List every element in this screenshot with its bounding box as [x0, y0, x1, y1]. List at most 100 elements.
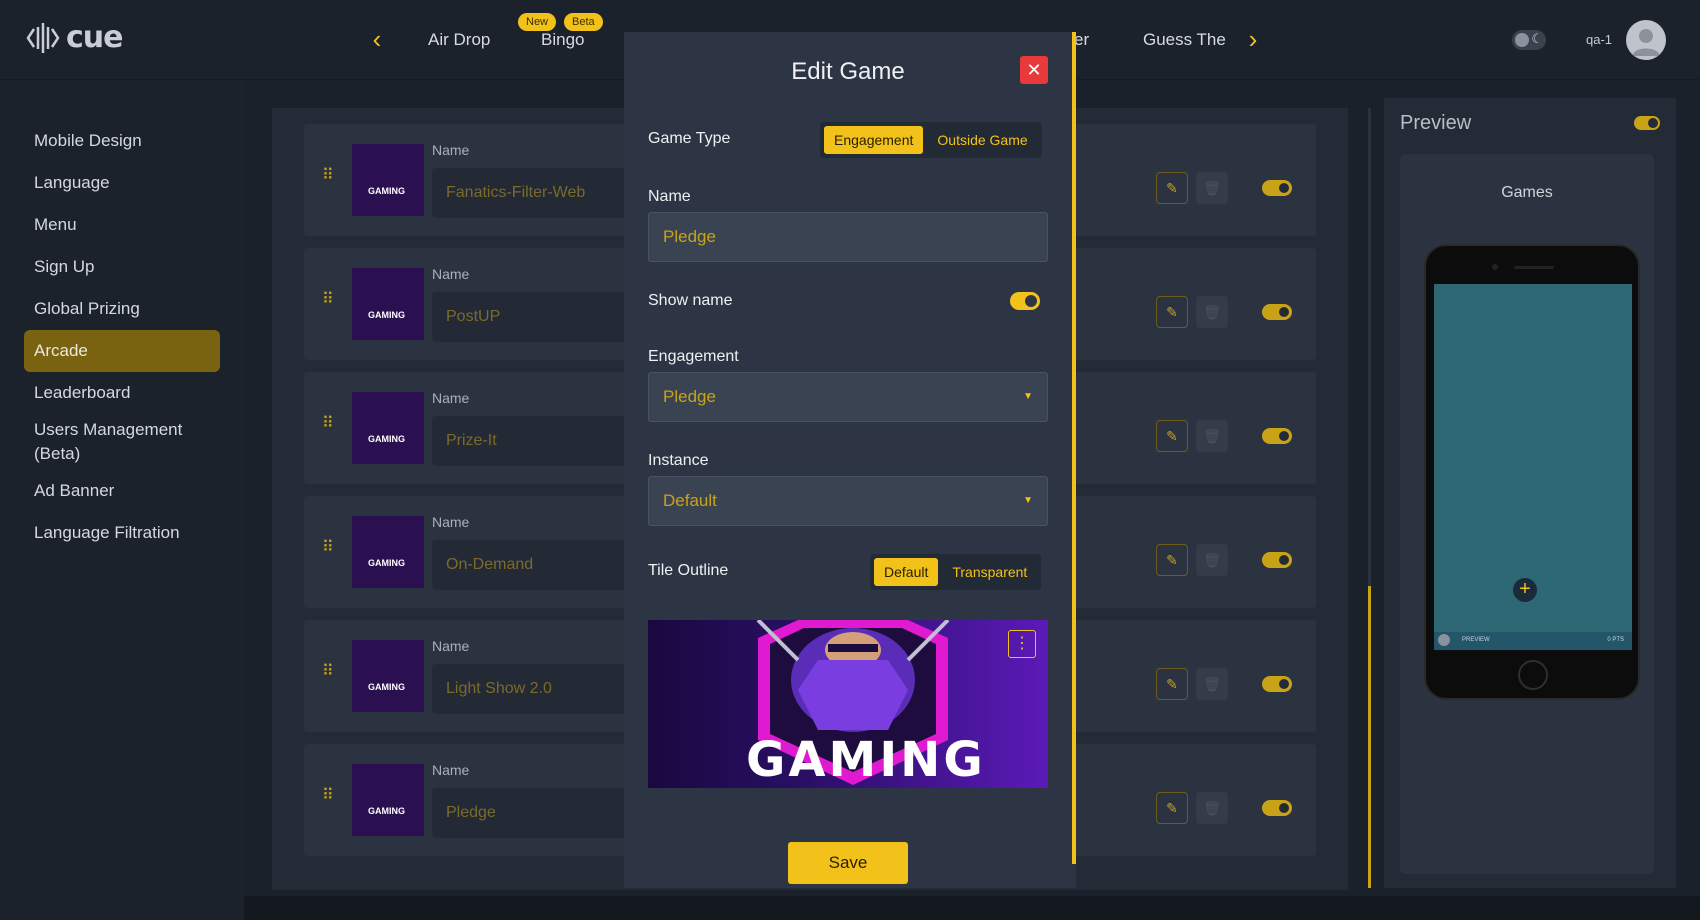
chevron-right-icon[interactable]: ›: [1240, 26, 1266, 52]
tab-air-drop[interactable]: Air Drop: [428, 30, 490, 50]
name-label: Name: [432, 390, 470, 406]
toggle-knob: [1515, 33, 1529, 47]
drag-handle-icon[interactable]: ⠿: [322, 788, 334, 804]
game-type-segmented: Engagement Outside Game: [820, 122, 1042, 158]
tile-outline-label: Tile Outline: [648, 562, 729, 579]
preview-title: Preview: [1400, 112, 1472, 134]
delete-button[interactable]: 🗑: [1196, 172, 1228, 204]
name-input[interactable]: Fanatics-Filter-Web: [432, 168, 632, 218]
delete-button[interactable]: 🗑: [1196, 296, 1228, 328]
sidebar-item-arcade[interactable]: Arcade: [24, 330, 220, 372]
delete-button[interactable]: 🗑: [1196, 792, 1228, 824]
tile-outline-default[interactable]: Default: [874, 558, 939, 586]
name-input[interactable]: Light Show 2.0: [432, 664, 632, 714]
delete-button[interactable]: 🗑: [1196, 544, 1228, 576]
name-input[interactable]: PostUP: [432, 292, 632, 342]
chevron-left-icon[interactable]: ‹: [364, 26, 390, 52]
trash-icon: 🗑: [1203, 304, 1221, 320]
tile-outline-transparent[interactable]: Transparent: [942, 558, 1037, 586]
modal-scrollbar-thumb[interactable]: [1072, 32, 1076, 864]
tile-outline-segmented: Default Transparent: [870, 554, 1042, 590]
game-banner-image: GAMING ⋮: [648, 620, 1048, 788]
banner-text: GAMING: [746, 732, 986, 788]
enable-toggle[interactable]: [1262, 180, 1292, 196]
sidebar-item-language[interactable]: Language: [24, 162, 220, 204]
game-type-engagement[interactable]: Engagement: [824, 126, 924, 154]
game-type-label: Game Type: [648, 130, 731, 147]
enable-toggle[interactable]: [1262, 800, 1292, 816]
sidebar-item-global-prizing[interactable]: Global Prizing: [24, 288, 220, 330]
edit-button[interactable]: ✎: [1156, 172, 1188, 204]
edit-button[interactable]: ✎: [1156, 792, 1188, 824]
name-label: Name: [432, 762, 470, 778]
save-button[interactable]: Save: [788, 842, 908, 884]
preview-games-label: Games: [1501, 184, 1553, 201]
delete-button[interactable]: 🗑: [1196, 420, 1228, 452]
tab-guess-the[interactable]: Guess The: [1143, 30, 1226, 50]
show-name-toggle[interactable]: [1010, 292, 1040, 310]
name-input[interactable]: Pledge: [648, 212, 1048, 262]
tab-partial[interactable]: er: [1074, 30, 1089, 50]
thumb-logo-text: GAMING: [368, 310, 405, 320]
enable-toggle[interactable]: [1262, 676, 1292, 692]
edit-button[interactable]: ✎: [1156, 544, 1188, 576]
trash-icon: 🗑: [1203, 676, 1221, 692]
sound-wave-icon: [26, 22, 60, 53]
edit-button[interactable]: ✎: [1156, 668, 1188, 700]
drag-handle-icon[interactable]: ⠿: [322, 292, 334, 308]
plus-icon: +: [1513, 578, 1537, 602]
engagement-select[interactable]: Pledge ▼: [648, 372, 1048, 422]
sidebar-item-users-management[interactable]: Users Management (Beta): [24, 414, 220, 466]
preview-scrollbar-thumb[interactable]: [1368, 586, 1371, 888]
trash-icon: 🗑: [1203, 800, 1221, 816]
game-type-outside-game[interactable]: Outside Game: [927, 126, 1037, 154]
logo[interactable]: cue: [24, 20, 123, 55]
instance-value: Default: [663, 491, 717, 510]
sidebar-item-leaderboard[interactable]: Leaderboard: [24, 372, 220, 414]
drag-handle-icon[interactable]: ⠿: [322, 168, 334, 184]
thumb-logo-text: GAMING: [368, 434, 405, 444]
name-label: Name: [648, 188, 691, 205]
enable-toggle[interactable]: [1262, 428, 1292, 444]
name-label: Name: [432, 266, 470, 282]
phone-bottom-bar: PREVIEW 0 PTS: [1434, 632, 1632, 650]
preview-toggle[interactable]: [1634, 116, 1660, 130]
pencil-icon: ✎: [1166, 304, 1178, 320]
delete-button[interactable]: 🗑: [1196, 668, 1228, 700]
name-label: Name: [432, 142, 470, 158]
caret-down-icon: ▼: [1023, 391, 1033, 402]
drag-handle-icon[interactable]: ⠿: [322, 664, 334, 680]
name-input[interactable]: On-Demand: [432, 540, 632, 590]
sidebar-item-ad-banner[interactable]: Ad Banner: [24, 470, 220, 512]
game-thumbnail: GAMING: [352, 640, 424, 712]
more-options-button[interactable]: ⋮: [1008, 630, 1036, 658]
enable-toggle[interactable]: [1262, 552, 1292, 568]
tab-bingo[interactable]: Bingo: [541, 30, 584, 50]
enable-toggle[interactable]: [1262, 304, 1292, 320]
sidebar-item-mobile-design[interactable]: Mobile Design: [24, 120, 220, 162]
sidebar-item-language-filtration[interactable]: Language Filtration: [24, 512, 220, 554]
game-thumbnail: GAMING: [352, 144, 424, 216]
edit-button[interactable]: ✎: [1156, 296, 1188, 328]
logo-text: cue: [66, 20, 123, 55]
name-input[interactable]: Pledge: [432, 788, 632, 838]
avatar[interactable]: [1626, 20, 1666, 60]
kebab-icon: ⋮: [1014, 635, 1030, 652]
game-thumbnail: GAMING: [352, 268, 424, 340]
instance-select[interactable]: Default ▼: [648, 476, 1048, 526]
phone-mockup: PREVIEW 0 PTS +: [1424, 244, 1640, 700]
thumb-logo-text: GAMING: [368, 186, 405, 196]
drag-handle-icon[interactable]: ⠿: [322, 416, 334, 432]
pencil-icon: ✎: [1166, 676, 1178, 692]
drag-handle-icon[interactable]: ⠿: [322, 540, 334, 556]
sidebar-item-sign-up[interactable]: Sign Up: [24, 246, 220, 288]
game-thumbnail: GAMING: [352, 516, 424, 588]
user-name: qa-1: [1586, 32, 1613, 47]
name-input[interactable]: Prize-It: [432, 416, 632, 466]
engagement-value: Pledge: [663, 387, 716, 406]
game-thumbnail: GAMING: [352, 392, 424, 464]
close-button[interactable]: ✕: [1020, 56, 1048, 84]
sidebar-item-menu[interactable]: Menu: [24, 204, 220, 246]
dark-mode-toggle[interactable]: ☾: [1512, 30, 1546, 50]
edit-button[interactable]: ✎: [1156, 420, 1188, 452]
